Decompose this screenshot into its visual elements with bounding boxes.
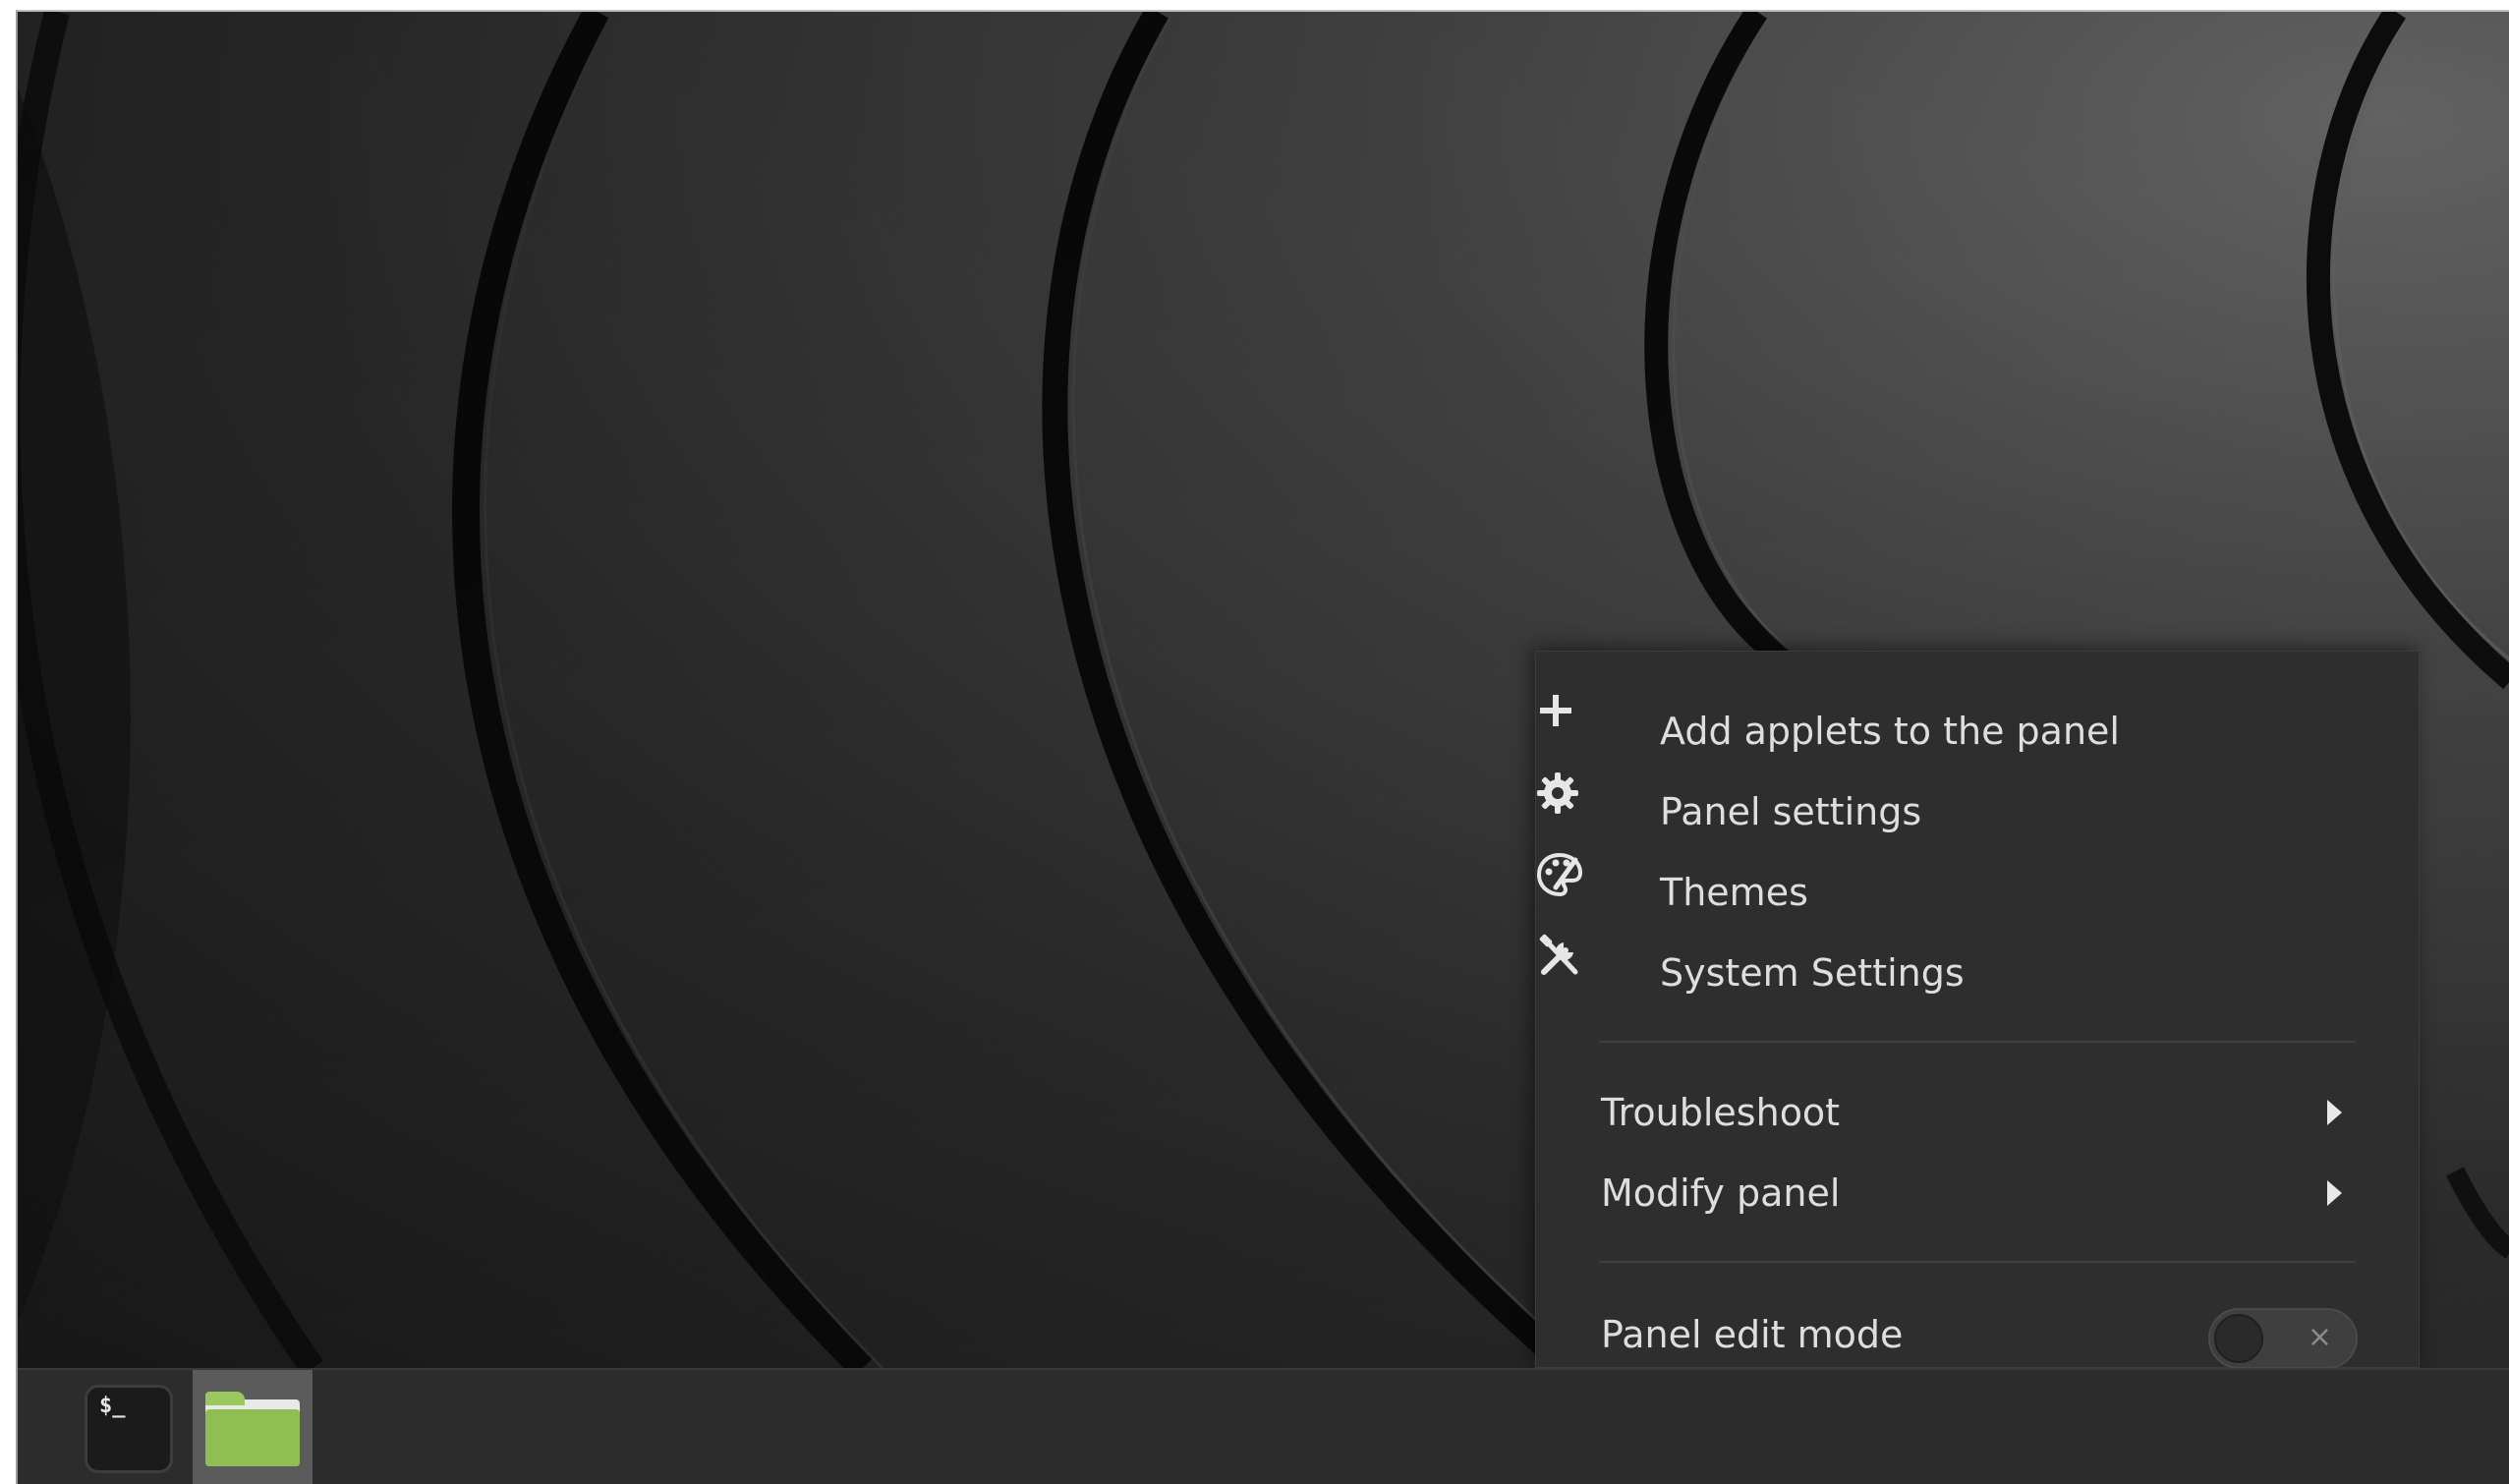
menu-item-label: Panel settings [1660, 790, 1922, 833]
chevron-right-icon [2327, 1100, 2342, 1125]
terminal-prompt-glyph: $_ [99, 1394, 126, 1418]
terminal-launcher[interactable]: $_ [69, 1370, 189, 1484]
menu-item-add-applets[interactable]: Add applets to the panel [1536, 691, 2419, 771]
menu-separator [1599, 1261, 2356, 1263]
gear-icon [1537, 771, 1658, 852]
screenshot-frame: Add applets to the panel Panel settings … [0, 0, 2509, 1484]
menu-item-label: Troubleshoot [1601, 1091, 1841, 1134]
terminal-icon: $_ [85, 1385, 173, 1473]
menu-item-panel-settings[interactable]: Panel settings [1536, 771, 2419, 852]
taskbar-panel[interactable]: $_ [18, 1368, 2509, 1484]
chevron-right-icon [2327, 1180, 2342, 1206]
menu-item-modify-panel[interactable]: Modify panel [1536, 1153, 2419, 1233]
menu-item-label: Panel edit mode [1601, 1313, 1904, 1356]
menu-item-system-settings[interactable]: System Settings [1536, 933, 2419, 1013]
menu-item-label: Modify panel [1601, 1171, 1841, 1215]
toggle-off-icon: × [2307, 1320, 2332, 1354]
folder-icon [205, 1392, 300, 1466]
menu-item-label: Themes [1660, 871, 1808, 914]
menu-separator [1599, 1041, 2356, 1043]
plus-icon [1540, 691, 1658, 771]
menu-item-panel-edit-mode[interactable]: Panel edit mode × [1536, 1292, 2419, 1368]
palette-icon [1536, 852, 1658, 933]
toggle-knob [2214, 1314, 2263, 1363]
desktop-wallpaper[interactable]: Add applets to the panel Panel settings … [18, 12, 2509, 1368]
panel-context-menu: Add applets to the panel Panel settings … [1535, 651, 2420, 1368]
files-launcher[interactable] [193, 1370, 313, 1484]
menu-item-label: Add applets to the panel [1660, 710, 2120, 753]
desktop-screen: Add applets to the panel Panel settings … [16, 10, 2509, 1484]
panel-edit-mode-toggle[interactable]: × [2208, 1308, 2358, 1368]
tools-icon [1539, 933, 1658, 1013]
menu-item-label: System Settings [1660, 951, 1965, 995]
menu-item-troubleshoot[interactable]: Troubleshoot [1536, 1072, 2419, 1153]
menu-item-themes[interactable]: Themes [1536, 852, 2419, 933]
